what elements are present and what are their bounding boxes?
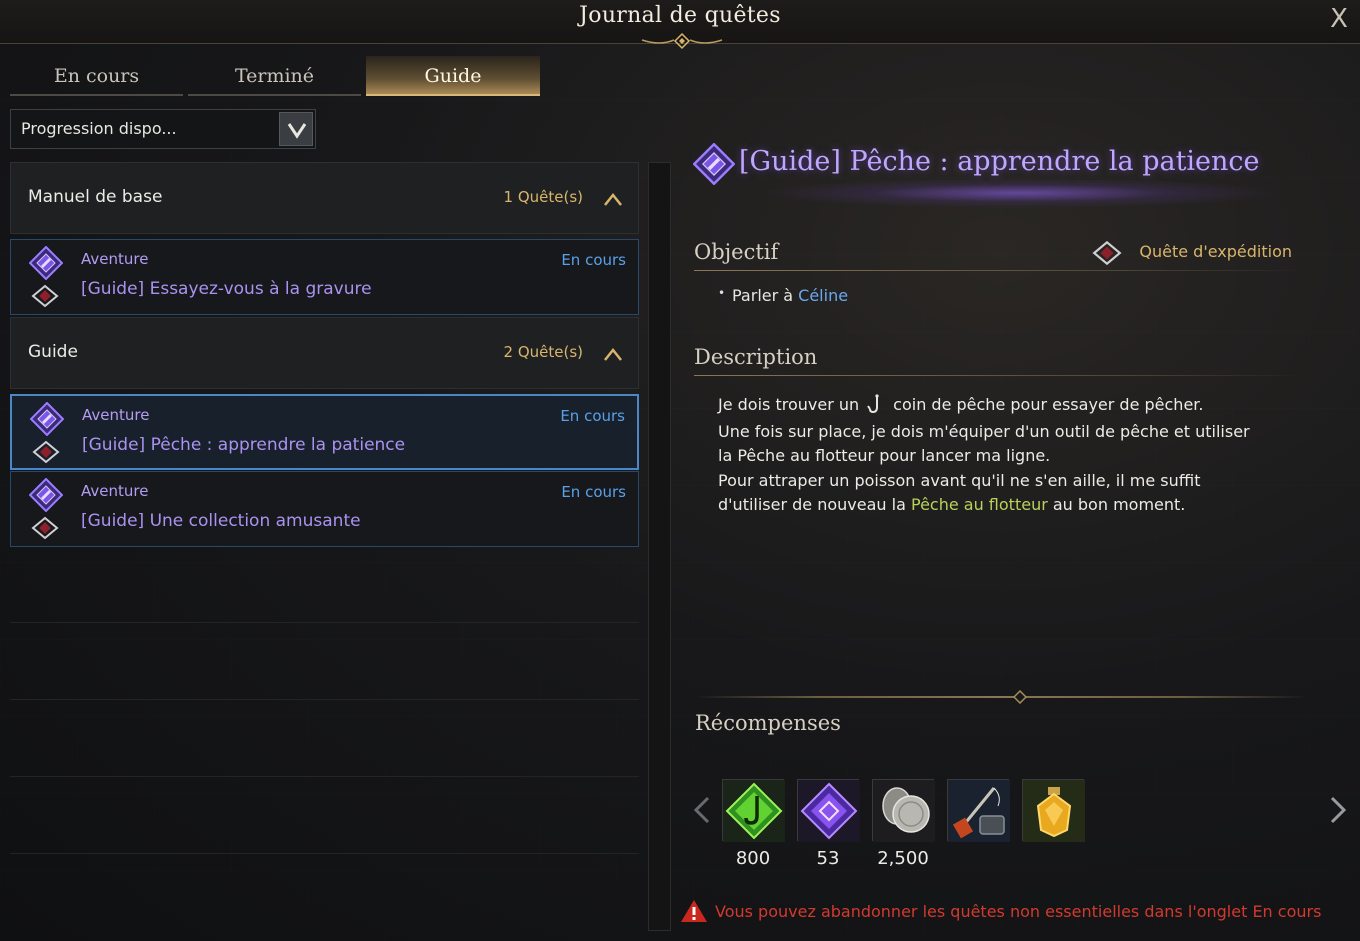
npc-name-link[interactable]: Céline — [798, 286, 848, 305]
objective-divider — [694, 270, 1306, 271]
rewards-divider — [694, 696, 1307, 698]
fishing-spot-icon — [867, 394, 879, 414]
empty-row-divider — [10, 776, 639, 777]
abandon-warning: Vous pouvez abandonner les quêtes non es… — [680, 898, 1360, 926]
quest-category: Aventure — [81, 250, 149, 268]
chevron-up-icon[interactable] — [604, 193, 622, 207]
description-line: Une fois sur place, je dois m'équiper d'… — [718, 422, 1250, 441]
group-quest-count: 1 Quête(s) — [503, 188, 583, 206]
title-bar: Journal de quêtes X — [0, 0, 1360, 50]
objective-text: Parler à Céline — [732, 286, 849, 305]
group-quest-count: 2 Quête(s) — [503, 343, 583, 361]
expedition-quest-icon — [31, 284, 59, 308]
quest-item-peche[interactable]: Aventure En cours [Guide] Pêche : appren… — [10, 394, 639, 470]
quest-list-scrollbar[interactable] — [648, 162, 671, 931]
empty-row-divider — [10, 622, 639, 623]
empty-row-divider — [10, 699, 639, 700]
reward-count: 800 — [735, 848, 771, 869]
chevron-down-icon — [287, 123, 307, 139]
silver-coins-icon — [873, 780, 935, 842]
close-button[interactable]: X — [1324, 4, 1354, 34]
quest-category: Aventure — [81, 482, 149, 500]
reward-slot[interactable] — [1022, 779, 1085, 842]
description-line: Pour attraper un poisson avant qu'il ne … — [718, 471, 1201, 490]
reward-count: 53 — [816, 848, 840, 869]
quest-title: [Guide] Essayez-vous à la gravure — [81, 279, 372, 299]
dropdown-toggle-button[interactable] — [279, 112, 313, 146]
description-line: Je dois trouver un coin de pêche pour ess… — [718, 394, 1204, 414]
expedition-quest-icon — [1092, 240, 1122, 266]
quest-title: [Guide] Pêche : apprendre la patience — [82, 435, 406, 455]
divider-ornament-icon — [1013, 690, 1027, 704]
quest-group-guide[interactable]: Guide 2 Quête(s) — [10, 317, 639, 389]
window-title: Journal de quêtes — [579, 3, 781, 28]
reward-slot[interactable] — [722, 779, 785, 842]
adventure-quest-icon — [693, 143, 735, 185]
adventure-quest-icon — [30, 402, 64, 436]
reward-slot[interactable] — [947, 779, 1010, 842]
purple-gem-icon — [798, 780, 860, 842]
description-header: Description — [694, 345, 818, 369]
quest-group-manuel-de-base[interactable]: Manuel de base 1 Quête(s) — [10, 162, 639, 234]
quest-status: En cours — [561, 483, 626, 501]
quest-type-badge: Quête d'expédition — [1090, 240, 1292, 266]
progression-filter-dropdown[interactable]: Progression dispo... — [10, 109, 316, 149]
reward-count: 2,500 — [877, 848, 929, 869]
group-name: Manuel de base — [28, 187, 163, 207]
reward-slot[interactable] — [872, 779, 935, 842]
quest-detail-title: [Guide] Pêche : apprendre la patience — [739, 146, 1260, 177]
dropdown-selected-value: Progression dispo... — [21, 119, 177, 138]
expedition-quest-icon — [32, 440, 60, 464]
quest-category: Aventure — [82, 406, 150, 424]
rewards-header: Récompenses — [695, 711, 841, 735]
quest-status: En cours — [560, 407, 625, 425]
warning-text: Vous pouvez abandonner les quêtes non es… — [715, 902, 1322, 921]
rewards-next-arrow[interactable] — [1326, 795, 1350, 825]
fishing-rod-kit-icon — [948, 780, 1010, 842]
objective-bullet: • — [718, 286, 726, 300]
golden-potion-icon — [1023, 780, 1085, 842]
title-glow — [760, 178, 1280, 208]
quest-item-gravure[interactable]: Aventure En cours [Guide] Essayez-vous à… — [10, 239, 639, 315]
empty-row-divider — [10, 853, 639, 854]
description-divider — [694, 375, 1306, 376]
tab-termine[interactable]: Terminé — [188, 56, 361, 96]
adventure-quest-icon — [29, 478, 63, 512]
title-ornament-icon — [641, 32, 723, 50]
rewards-prev-arrow[interactable] — [690, 795, 714, 825]
objective-header: Objectif — [694, 240, 779, 264]
quest-item-collection[interactable]: Aventure En cours [Guide] Une collection… — [10, 471, 639, 547]
quest-title: [Guide] Une collection amusante — [81, 511, 361, 531]
quest-status: En cours — [561, 251, 626, 269]
chevron-up-icon[interactable] — [604, 348, 622, 362]
green-fishing-hook-gem-icon — [723, 780, 785, 842]
tab-en-cours[interactable]: En cours — [10, 56, 183, 96]
reward-slot[interactable] — [797, 779, 860, 842]
skill-keyword: Pêche au flotteur — [910, 495, 1048, 514]
warning-icon — [681, 900, 707, 922]
group-name: Guide — [28, 342, 78, 362]
quest-type-label: Quête d'expédition — [1139, 242, 1292, 261]
adventure-quest-icon — [29, 246, 63, 280]
description-line: la Pêche au flotteur pour lancer ma lign… — [718, 446, 1051, 465]
expedition-quest-icon — [31, 516, 59, 540]
description-line: d'utiliser de nouveau la Pêche au flotte… — [718, 495, 1186, 514]
tab-guide[interactable]: Guide — [366, 56, 540, 96]
